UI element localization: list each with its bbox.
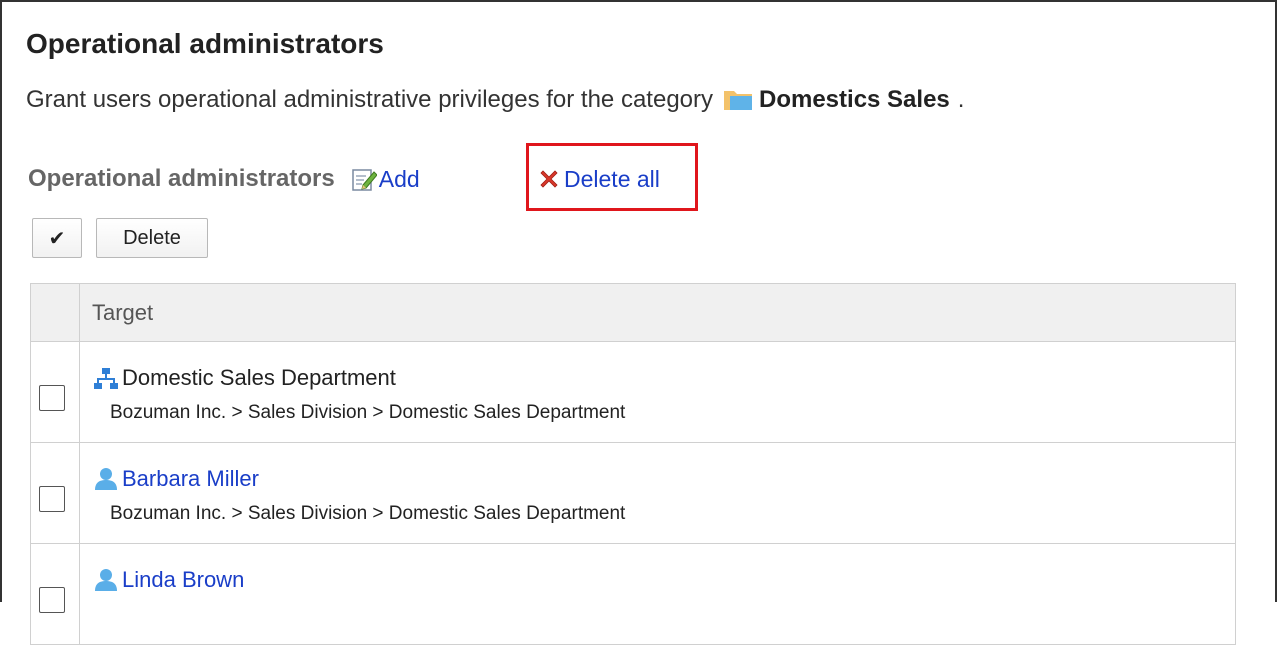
description-text: Grant users operational administrative p…	[26, 86, 713, 113]
item-path: Bozuman Inc. > Sales Division > Domestic…	[110, 503, 626, 524]
section-header: Operational administrators Add	[28, 160, 420, 198]
administrators-table: Target Domestic Sales Department Bozuman…	[30, 283, 1236, 645]
table-row: Domestic Sales Department Bozuman Inc. >…	[31, 342, 1235, 443]
row-checkbox[interactable]	[39, 385, 65, 411]
row-checkbox[interactable]	[39, 486, 65, 512]
column-header-target: Target	[92, 299, 154, 325]
user-icon	[95, 569, 117, 591]
delete-button[interactable]: Delete	[96, 218, 208, 258]
add-link[interactable]: Add	[351, 166, 420, 193]
row-target-cell: Linda Brown	[80, 544, 1235, 644]
table-row: Linda Brown	[31, 544, 1235, 645]
row-check-cell	[31, 342, 80, 442]
table-header: Target	[31, 283, 1235, 342]
header-check-column	[31, 284, 80, 341]
red-x-icon	[540, 170, 558, 188]
user-name-link[interactable]: Barbara Miller	[122, 466, 259, 492]
table-row: Barbara Miller Bozuman Inc. > Sales Divi…	[31, 443, 1235, 544]
delete-all-link[interactable]: Delete all	[538, 160, 660, 198]
user-icon	[95, 468, 117, 490]
category-name: Domestics Sales	[759, 86, 950, 113]
delete-all-label: Delete all	[564, 165, 660, 192]
row-target-cell: Domestic Sales Department Bozuman Inc. >…	[80, 342, 1235, 442]
edit-pencil-icon	[352, 169, 377, 191]
check-all-button[interactable]: ✔	[32, 218, 82, 258]
row-target-cell: Barbara Miller Bozuman Inc. > Sales Divi…	[80, 443, 1235, 543]
page-title: Operational administrators	[26, 28, 384, 59]
description-period: .	[957, 86, 965, 113]
user-name-link[interactable]: Linda Brown	[122, 567, 244, 593]
row-check-cell	[31, 544, 80, 644]
toolbar: ✔ Delete	[32, 218, 208, 258]
folder-icon	[723, 88, 753, 112]
add-link-label: Add	[378, 165, 420, 192]
item-path: Bozuman Inc. > Sales Division > Domestic…	[110, 402, 626, 423]
page-description: Grant users operational administrative p…	[26, 86, 964, 114]
org-chart-icon	[94, 368, 118, 389]
section-label: Operational administrators	[28, 165, 335, 192]
row-checkbox[interactable]	[39, 587, 65, 613]
row-check-cell	[31, 443, 80, 543]
department-name: Domestic Sales Department	[122, 365, 396, 390]
